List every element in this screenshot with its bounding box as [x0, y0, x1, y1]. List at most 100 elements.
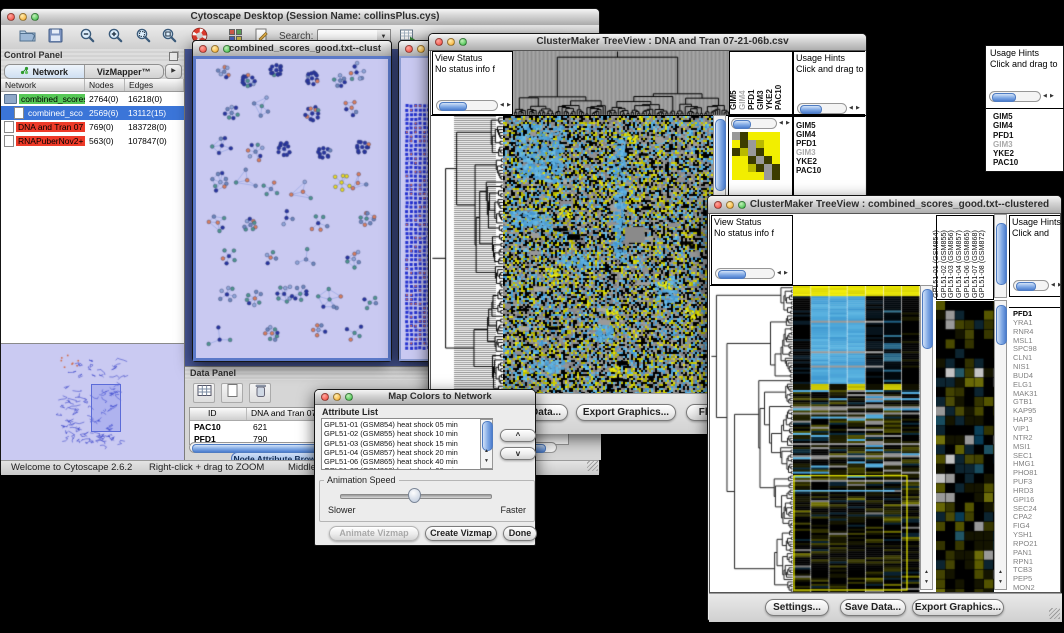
matrix-cell[interactable] [756, 148, 764, 156]
treeview2-titlebar[interactable]: ClusterMaker TreeView : combined_scores_… [708, 196, 1061, 214]
tab-vizmapper-[interactable]: VizMapper™ [84, 65, 164, 78]
close-button[interactable] [199, 45, 207, 53]
table-col-id[interactable]: ID [190, 408, 247, 420]
matrix-cell[interactable] [740, 164, 748, 172]
scroll-right-arrow[interactable]: ▶ [1050, 93, 1054, 99]
matrix-cell[interactable] [756, 164, 764, 172]
dp-new-page-button[interactable] [221, 383, 243, 403]
scrollbar-thumb[interactable] [996, 223, 1007, 285]
scroll-right-arrow[interactable]: ▶ [507, 102, 511, 108]
gene-label[interactable]: PAC10 [796, 166, 864, 175]
tv1-heatmap-canvas[interactable] [503, 116, 713, 393]
scrollbar[interactable] [797, 103, 847, 114]
matrix-cell[interactable] [740, 148, 748, 156]
gene-label[interactable]: GIM5 [796, 121, 864, 130]
scrollbar[interactable] [731, 118, 777, 129]
dialog-titlebar[interactable]: Map Colors to Network [315, 390, 535, 405]
close-button[interactable] [7, 13, 15, 21]
matrix-cell[interactable] [772, 172, 780, 180]
settings--button[interactable]: Settings... [765, 599, 829, 616]
create-vizmap-button[interactable]: Create Vizmap [425, 526, 497, 541]
attribute-list-item[interactable]: GPL51-06 (GSM865) heat shock 40 min [324, 457, 476, 466]
resize-grip[interactable] [1049, 608, 1060, 619]
main-titlebar[interactable]: Cytoscape Desktop (Session Name: collins… [1, 9, 599, 26]
scrollbar[interactable]: ▲▼ [994, 300, 1007, 590]
scrollbar-thumb[interactable] [718, 270, 746, 279]
zoom-button[interactable] [459, 38, 467, 46]
scrollbar[interactable] [436, 100, 498, 111]
matrix-cell[interactable] [772, 164, 780, 172]
minimize-button[interactable] [211, 45, 219, 53]
matrix-cell[interactable] [756, 172, 764, 180]
matrix-cell[interactable] [772, 132, 780, 140]
matrix-cell[interactable] [748, 132, 756, 140]
tv1-summary-matrix[interactable] [732, 132, 780, 180]
overview-viewport-rect[interactable] [91, 384, 121, 432]
gene-label[interactable]: GIM5 [993, 112, 1063, 121]
attribute-list-item[interactable]: GPL51-03 (GSM856) heat shock 15 min [324, 439, 476, 448]
toolbar-save-button[interactable] [43, 28, 67, 47]
export-graphics--button[interactable]: Export Graphics... [912, 599, 1004, 616]
matrix-cell[interactable] [764, 164, 772, 172]
attribute-list-item[interactable]: GPL51-04 (GSM857) heat shock 20 min [324, 448, 476, 457]
scrollbar[interactable] [715, 268, 775, 279]
float-panel-icon[interactable] [169, 52, 178, 61]
scrollbar-thumb[interactable] [996, 305, 1007, 345]
matrix-cell[interactable] [756, 132, 764, 140]
scrollbar[interactable] [1013, 280, 1049, 291]
done-button[interactable]: Done [503, 526, 537, 541]
gene-label[interactable]: GIM4 [993, 121, 1063, 130]
save-data--button[interactable]: Save Data... [840, 599, 906, 616]
scroll-down-arrow[interactable]: ▼ [924, 579, 929, 585]
scrollbar-thumb[interactable] [1016, 282, 1036, 291]
gene-label[interactable]: PFD1 [993, 131, 1063, 140]
zoom-button[interactable] [345, 393, 353, 401]
minimize-button[interactable] [417, 45, 425, 53]
scroll-up-arrow[interactable]: ▲ [998, 569, 1003, 575]
scrollbar-thumb[interactable] [922, 289, 933, 349]
toolbar-open-folder-button[interactable] [15, 28, 39, 47]
scroll-right-arrow[interactable]: ▶ [784, 270, 788, 276]
toolbar-zoom-in-button[interactable] [103, 28, 127, 47]
column-header[interactable]: Edges [125, 79, 184, 91]
gene-label[interactable]: YKE2 [796, 157, 864, 166]
matrix-cell[interactable] [748, 148, 756, 156]
gene-label[interactable]: PFD1 [796, 139, 864, 148]
scroll-up-arrow[interactable]: ▲ [484, 448, 489, 454]
matrix-cell[interactable] [756, 140, 764, 148]
matrix-cell[interactable] [740, 172, 748, 180]
scrollbar[interactable]: ▲▼ [920, 285, 933, 590]
matrix-cell[interactable] [748, 156, 756, 164]
attribute-list-item[interactable]: GPL51-01 (GSM854) heat shock 05 min [324, 420, 476, 429]
matrix-cell[interactable] [756, 156, 764, 164]
scrollbar[interactable] [989, 91, 1041, 102]
network-row[interactable]: combined_scores2764(0)16218(0) [1, 92, 184, 106]
close-button[interactable] [405, 45, 413, 53]
gene-label[interactable]: GIM3 [796, 148, 864, 157]
scroll-up-arrow[interactable]: ▲ [924, 569, 929, 575]
matrix-cell[interactable] [732, 164, 740, 172]
scroll-down-arrow[interactable]: ▼ [484, 458, 489, 464]
matrix-cell[interactable] [772, 140, 780, 148]
move-up-button[interactable]: ^ [500, 429, 536, 442]
matrix-cell[interactable] [740, 140, 748, 148]
matrix-cell[interactable] [740, 132, 748, 140]
network-view-titlebar[interactable]: combined_scores_good.txt--cluste... [193, 41, 391, 57]
dp-trash-button[interactable] [249, 383, 271, 403]
resize-grip[interactable] [587, 460, 598, 471]
tab-network[interactable]: Network [5, 65, 84, 78]
scroll-left-arrow[interactable]: ◀ [777, 270, 781, 276]
matrix-cell[interactable] [748, 140, 756, 148]
scrollbar[interactable] [994, 214, 1007, 298]
toolbar-zoom-selected-button[interactable] [131, 28, 155, 47]
scrollbar-thumb[interactable] [992, 93, 1016, 102]
network-canvas[interactable] [196, 59, 388, 358]
scrollbar-thumb[interactable] [800, 105, 822, 114]
tv2-row-dendrogram[interactable] [711, 286, 793, 592]
toolbar-zoom-out-button[interactable] [75, 28, 99, 47]
tv1-column-dendrogram[interactable] [513, 51, 729, 115]
minimize-button[interactable] [726, 201, 734, 209]
matrix-cell[interactable] [732, 148, 740, 156]
matrix-cell[interactable] [740, 156, 748, 164]
scroll-right-arrow[interactable]: ▶ [786, 120, 790, 126]
